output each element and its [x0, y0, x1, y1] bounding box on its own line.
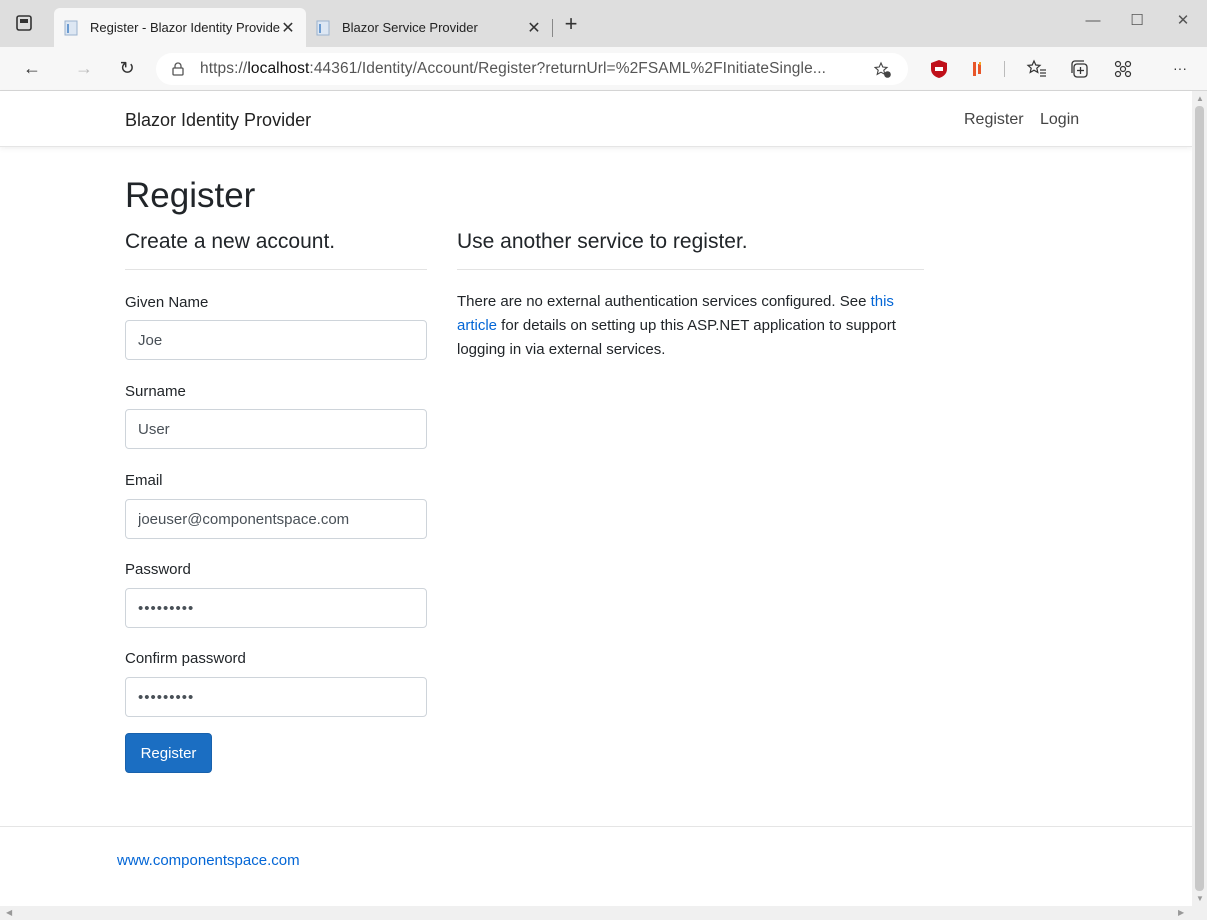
- favorites-add-icon[interactable]: [874, 61, 892, 79]
- given-name-field[interactable]: [125, 320, 427, 360]
- nav-register-link[interactable]: Register: [964, 111, 1024, 129]
- external-text-part: for details on setting up this ASP.NET a…: [457, 317, 896, 358]
- url-text[interactable]: https://localhost:44361/Identity/Account…: [200, 60, 826, 78]
- password-field[interactable]: [125, 588, 427, 628]
- address-bar[interactable]: https://localhost:44361/Identity/Account…: [156, 53, 908, 85]
- nav-login-link[interactable]: Login: [1040, 111, 1079, 129]
- favorites-icon[interactable]: [1026, 58, 1048, 80]
- close-tab-icon[interactable]: ✕: [526, 18, 542, 38]
- given-name-label: Given Name: [125, 294, 209, 311]
- maximize-button[interactable]: ☐: [1114, 8, 1160, 34]
- extensions-icon[interactable]: [1112, 58, 1134, 80]
- site-header: Blazor Identity Provider Register Login: [0, 91, 1192, 147]
- register-button[interactable]: Register: [125, 733, 212, 773]
- tab-actions-icon[interactable]: [14, 13, 34, 33]
- external-services-text: There are no external authentication ser…: [457, 290, 927, 362]
- toolbar-separator: [1004, 61, 1005, 77]
- divider: [457, 269, 924, 270]
- email-field[interactable]: [125, 499, 427, 539]
- back-button[interactable]: ←: [20, 57, 44, 81]
- scroll-thumb[interactable]: [1195, 106, 1204, 891]
- surname-label: Surname: [125, 383, 186, 400]
- tab-strip: Register - Blazor Identity Provide ✕ Bla…: [0, 0, 1207, 47]
- site-footer: www.componentspace.com: [0, 826, 1192, 906]
- lock-icon[interactable]: [171, 62, 185, 76]
- tab-separator: [552, 19, 553, 37]
- email-label: Email: [125, 472, 163, 489]
- page-title: Register: [125, 176, 256, 215]
- footer-link[interactable]: www.componentspace.com: [117, 852, 300, 869]
- form-heading: Create a new account.: [125, 230, 336, 253]
- divider: [125, 269, 427, 270]
- scroll-left-icon[interactable]: ◀: [6, 908, 12, 917]
- vertical-scrollbar[interactable]: ▲ ▼: [1192, 91, 1207, 906]
- external-heading: Use another service to register.: [457, 230, 748, 253]
- minimize-button[interactable]: —: [1070, 8, 1116, 34]
- surname-field[interactable]: [125, 409, 427, 449]
- url-path: :44361/Identity/Account/Register?returnU…: [309, 60, 827, 77]
- brand-link[interactable]: Blazor Identity Provider: [125, 110, 311, 131]
- refresh-button[interactable]: ↻: [115, 57, 139, 81]
- close-tab-icon[interactable]: ✕: [280, 18, 296, 38]
- collections-icon[interactable]: [1069, 58, 1091, 80]
- browser-toolbar: ← → ↻ https://localhost:44361/Identity/A…: [0, 47, 1207, 91]
- scroll-right-icon[interactable]: ▶: [1178, 908, 1184, 917]
- url-scheme: https://: [200, 60, 248, 77]
- forward-button[interactable]: →: [72, 57, 96, 81]
- tab-service-provider[interactable]: Blazor Service Provider ✕: [306, 8, 552, 47]
- page-favicon-icon: [64, 20, 78, 35]
- close-window-button[interactable]: ✕: [1160, 8, 1206, 34]
- horizontal-scrollbar[interactable]: ◀ ▶: [0, 906, 1207, 920]
- ublock-icon[interactable]: [928, 58, 950, 80]
- page-favicon-icon: [316, 20, 330, 35]
- tab-title: Register - Blazor Identity Provide: [90, 20, 280, 35]
- tab-title: Blazor Service Provider: [342, 20, 478, 35]
- page-content: Blazor Identity Provider Register Login …: [0, 91, 1192, 906]
- confirm-password-label: Confirm password: [125, 650, 246, 667]
- scroll-up-icon[interactable]: ▲: [1196, 94, 1204, 103]
- more-menu-button[interactable]: ···: [1168, 57, 1192, 81]
- new-tab-button[interactable]: +: [560, 13, 582, 36]
- confirm-password-field[interactable]: [125, 677, 427, 717]
- url-host: localhost: [247, 60, 310, 77]
- external-text-part: There are no external authentication ser…: [457, 293, 871, 310]
- scroll-down-icon[interactable]: ▼: [1196, 894, 1204, 903]
- tab-register[interactable]: Register - Blazor Identity Provide ✕: [54, 8, 306, 47]
- bitwarden-icon[interactable]: [968, 58, 990, 80]
- password-label: Password: [125, 561, 191, 578]
